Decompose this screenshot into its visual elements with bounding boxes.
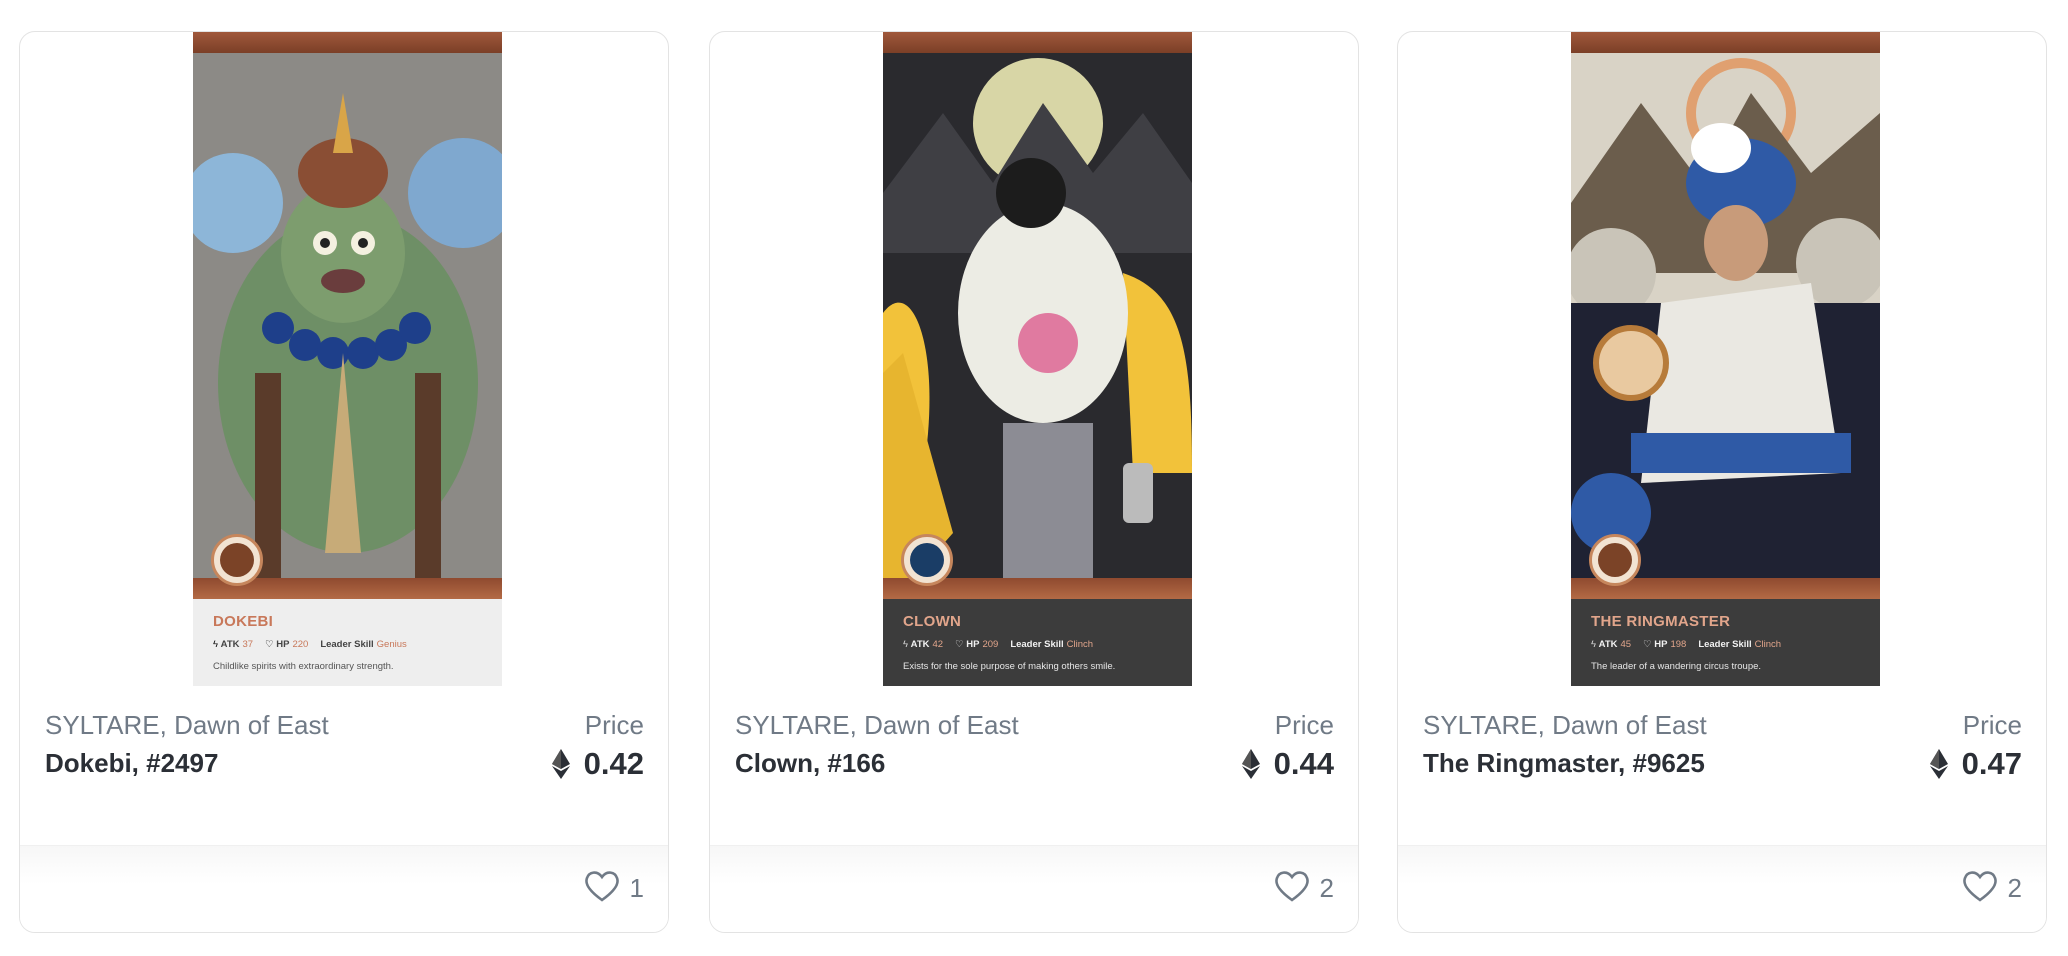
character-info-panel: DOKEBI ϟ ATK 37 ♡ HP 220 Leader Skill Geniu… [193,599,502,686]
character-description: Exists for the sole purpose of making ot… [903,661,1116,672]
character-name: THE RINGMASTER [1591,613,1731,630]
leader-skill-label: Leader Skill [1010,639,1064,650]
atk-value: 42 [932,639,944,650]
art-frame-top [1571,32,1880,53]
like-button[interactable]: 2 [1274,870,1334,907]
card-artwork-frame[interactable]: CLOWN ϟ ATK 42 ♡ HP 209 Leader Skill Clinch… [883,32,1192,686]
character-stats: ϟ ATK 42 ♡ HP 209 Leader Skill Clinch [903,639,1172,650]
card-footer: 2 [1398,845,2046,932]
collection-name[interactable]: SYLTARE, Dawn of East [45,710,329,741]
card-artwork-frame[interactable]: THE RINGMASTER ϟ ATK 45 ♡ HP 198 Leader Sk… [1571,32,1880,686]
leader-skill-value: Clinch [1066,639,1094,650]
atk-label: ATK [220,639,240,650]
like-button[interactable]: 1 [584,870,644,907]
art-frame-top [883,32,1192,53]
leader-skill-stat: Leader Skill Clinch [1698,639,1781,650]
nft-card[interactable]: CLOWN ϟ ATK 42 ♡ HP 209 Leader Skill Clinch… [709,31,1359,933]
price-label: Price [584,710,644,740]
leader-skill-label: Leader Skill [1698,639,1752,650]
price-row: 0.47 [1929,746,2022,782]
element-badge-icon [211,534,263,586]
like-count: 1 [629,873,644,903]
price-value: 0.47 [1961,746,2022,781]
price-value: 0.42 [583,746,644,781]
atk-label: ATK [1598,639,1618,650]
hp-label: HP [276,639,290,650]
leader-skill-value: Clinch [1754,639,1782,650]
item-name[interactable]: Dokebi, #2497 [45,748,218,779]
heart-icon[interactable] [1962,870,1998,907]
leader-skill-stat: Leader Skill Genius [320,639,406,650]
hp-value: 220 [292,639,309,650]
nft-card[interactable]: DOKEBI ϟ ATK 37 ♡ HP 220 Leader Skill Geniu… [19,31,669,933]
collection-name[interactable]: SYLTARE, Dawn of East [1423,710,1707,741]
price-row: 0.44 [1241,746,1334,782]
hp-stat: ♡ HP 209 [955,639,998,650]
atk-value: 37 [242,639,254,650]
atk-stat: ϟ ATK 45 [1591,639,1631,650]
price-label: Price [1274,710,1334,740]
hp-stat: ♡ HP 198 [1643,639,1686,650]
heart-icon[interactable] [1274,870,1310,907]
like-count: 2 [2007,873,2022,903]
hp-stat: ♡ HP 220 [265,639,308,650]
card-meta: SYLTARE, Dawn of East The Ringmaster, #9… [1423,710,2022,782]
price-label: Price [1962,710,2022,740]
atk-value: 45 [1620,639,1632,650]
atk-label: ATK [910,639,930,650]
character-stats: ϟ ATK 37 ♡ HP 220 Leader Skill Genius [213,639,482,650]
hp-value: 209 [982,639,999,650]
hp-value: 198 [1670,639,1687,650]
nft-card[interactable]: THE RINGMASTER ϟ ATK 45 ♡ HP 198 Leader Sk… [1397,31,2047,933]
heart-outline-icon: ♡ [265,639,274,650]
art-frame-top [193,32,502,53]
item-name[interactable]: Clown, #166 [735,748,885,779]
clown-artwork-image [883,53,1192,578]
heart-outline-icon: ♡ [955,639,964,650]
collection-name[interactable]: SYLTARE, Dawn of East [735,710,1019,741]
heart-outline-icon: ♡ [1643,639,1652,650]
leader-skill-stat: Leader Skill Clinch [1010,639,1093,650]
character-info-panel: THE RINGMASTER ϟ ATK 45 ♡ HP 198 Leader Sk… [1571,599,1880,686]
lightning-icon: ϟ [213,639,219,650]
card-footer: 1 [20,845,668,932]
price-value: 0.44 [1273,746,1334,781]
character-description: Childlike spirits with extraordinary str… [213,661,394,672]
character-info-panel: CLOWN ϟ ATK 42 ♡ HP 209 Leader Skill Clinch… [883,599,1192,686]
ethereum-icon [551,749,570,779]
leader-skill-label: Leader Skill [320,639,374,650]
like-button[interactable]: 2 [1962,870,2022,907]
atk-stat: ϟ ATK 37 [213,639,253,650]
lightning-icon: ϟ [1591,639,1597,650]
character-name: DOKEBI [213,613,274,630]
lightning-icon: ϟ [903,639,909,650]
like-count: 2 [1319,873,1334,903]
card-meta: SYLTARE, Dawn of East Dokebi, #2497 Pric… [45,710,644,782]
character-description: The leader of a wandering circus troupe. [1591,661,1762,672]
element-badge-icon [901,534,953,586]
card-meta: SYLTARE, Dawn of East Clown, #166 Price … [735,710,1334,782]
item-name[interactable]: The Ringmaster, #9625 [1423,748,1705,779]
card-artwork-frame[interactable]: DOKEBI ϟ ATK 37 ♡ HP 220 Leader Skill Geniu… [193,32,502,686]
ethereum-icon [1929,749,1948,779]
hp-label: HP [966,639,980,650]
nft-card-grid: DOKEBI ϟ ATK 37 ♡ HP 220 Leader Skill Geniu… [0,0,2068,956]
character-name: CLOWN [903,613,962,630]
ethereum-icon [1241,749,1260,779]
ringmaster-artwork-image [1571,53,1880,578]
dokebi-artwork-image [193,53,502,578]
atk-stat: ϟ ATK 42 [903,639,943,650]
hp-label: HP [1654,639,1668,650]
character-stats: ϟ ATK 45 ♡ HP 198 Leader Skill Clinch [1591,639,1860,650]
element-badge-icon [1589,534,1641,586]
leader-skill-value: Genius [376,639,407,650]
price-row: 0.42 [551,746,644,782]
heart-icon[interactable] [584,870,620,907]
card-footer: 2 [710,845,1358,932]
